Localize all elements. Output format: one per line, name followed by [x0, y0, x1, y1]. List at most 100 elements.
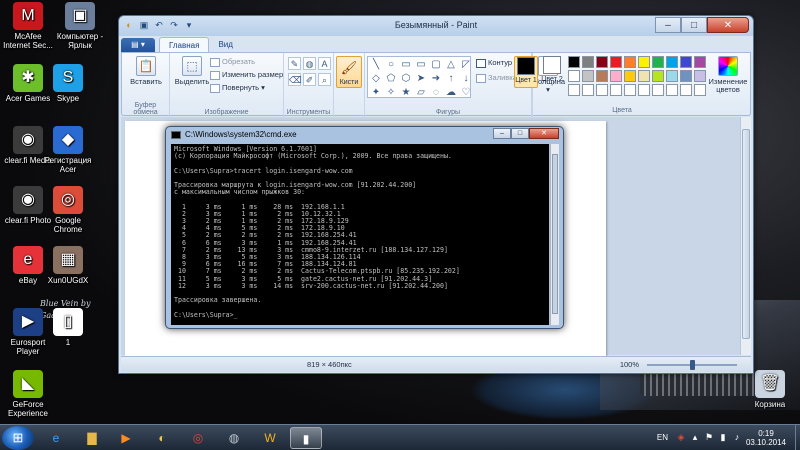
taskbar-cmd-button[interactable]: ▮ — [290, 427, 322, 449]
palette-swatch[interactable] — [666, 84, 678, 96]
shape-option[interactable]: ○ — [384, 58, 398, 71]
palette-swatch[interactable] — [652, 56, 664, 68]
shape-option[interactable]: ▭ — [414, 58, 428, 71]
cmd-scroll-thumb[interactable] — [552, 154, 558, 314]
palette-swatch[interactable] — [582, 56, 594, 68]
shape-option[interactable]: △ — [444, 58, 458, 71]
taskbar-app-sphere-button[interactable]: ◍ — [218, 427, 250, 449]
console-output[interactable]: Microsoft Windows [Version 6.1.7601] (c)… — [171, 144, 549, 325]
shape-option[interactable]: ▢ — [429, 58, 443, 71]
palette-swatch[interactable] — [582, 70, 594, 82]
taskbar-explorer-button[interactable]: ▇ — [76, 427, 108, 449]
desktop-icon[interactable]: ▯ 1 — [40, 308, 96, 347]
zoom-slider-thumb[interactable] — [690, 360, 695, 370]
language-indicator[interactable]: EN — [657, 433, 668, 442]
desktop-icon[interactable]: M McAfee Internet Sec... — [0, 2, 56, 50]
cmd-scrollbar[interactable] — [550, 144, 559, 325]
shape-option[interactable]: ▭ — [399, 58, 413, 71]
flag-icon[interactable]: ⚑ — [704, 432, 714, 442]
palette-swatch[interactable] — [652, 84, 664, 96]
magnifier-icon[interactable]: ⌕ — [318, 73, 331, 86]
outline-button[interactable]: Контур ▾ — [476, 58, 518, 68]
taskbar-ie-button[interactable]: e — [40, 427, 72, 449]
start-button[interactable]: ⊞ — [2, 426, 34, 450]
color-picker-icon[interactable]: ✐ — [303, 73, 316, 86]
cmd-titlebar[interactable]: C:\Windows\system32\cmd.exe – □ ✕ — [166, 127, 563, 143]
edit-colors-button[interactable]: Изменение цветов — [706, 56, 750, 94]
close-button[interactable]: ✕ — [707, 17, 749, 33]
shape-option[interactable]: ↓ — [459, 72, 473, 85]
taskbar-paint-button[interactable]: ◐ — [146, 427, 178, 449]
palette-swatch[interactable] — [638, 70, 650, 82]
palette-swatch[interactable] — [610, 56, 622, 68]
shape-option[interactable]: ╲ — [369, 58, 383, 71]
taskbar-wow-button[interactable]: W — [254, 427, 286, 449]
desktop-icon[interactable]: ▣ Компьютер - Ярлык — [52, 2, 108, 50]
palette-swatch[interactable] — [596, 84, 608, 96]
palette-swatch[interactable] — [596, 56, 608, 68]
shape-option[interactable]: ♡ — [459, 86, 473, 99]
palette-swatch[interactable] — [638, 84, 650, 96]
desktop-icon[interactable]: S Skype — [40, 64, 96, 103]
shape-option[interactable]: ↑ — [444, 72, 458, 85]
cmd-maximize-button[interactable]: □ — [511, 128, 529, 139]
paste-button[interactable]: 📋 Вставить — [126, 56, 166, 86]
palette-swatch[interactable] — [652, 70, 664, 82]
palette-swatch[interactable] — [582, 84, 594, 96]
desktop-icon[interactable]: ▦ Xun0UGdX — [40, 246, 96, 285]
text-icon[interactable]: A — [318, 57, 331, 70]
palette-swatch[interactable] — [694, 84, 706, 96]
color1-button[interactable]: Цвет 1 — [514, 56, 538, 88]
clock[interactable]: 0:19 03.10.2014 — [744, 429, 788, 447]
palette-swatch[interactable] — [568, 70, 580, 82]
palette-swatch[interactable] — [624, 70, 636, 82]
palette-swatch[interactable] — [610, 70, 622, 82]
palette-swatch[interactable] — [624, 56, 636, 68]
desktop-icon[interactable]: 🗑 Корзина — [742, 370, 798, 409]
tab-home[interactable]: Главная — [159, 37, 210, 52]
taskbar-chrome-button[interactable]: ◎ — [182, 427, 214, 449]
minimize-button[interactable]: – — [655, 17, 681, 33]
show-desktop-button[interactable] — [795, 425, 800, 450]
palette-swatch[interactable] — [666, 56, 678, 68]
palette-swatch[interactable] — [694, 56, 706, 68]
palette-swatch[interactable] — [638, 56, 650, 68]
tab-view[interactable]: Вид — [209, 37, 241, 52]
shape-option[interactable]: ⬡ — [399, 72, 413, 85]
palette-swatch[interactable] — [680, 56, 692, 68]
palette-swatch[interactable] — [680, 70, 692, 82]
shape-option[interactable]: ◇ — [369, 72, 383, 85]
palette-swatch[interactable] — [568, 56, 580, 68]
shape-option[interactable]: ✦ — [369, 86, 383, 99]
palette-swatch[interactable] — [680, 84, 692, 96]
shape-option[interactable]: ◸ — [459, 58, 473, 71]
palette-swatch[interactable] — [694, 70, 706, 82]
scroll-thumb[interactable] — [742, 129, 750, 339]
vertical-scrollbar[interactable] — [740, 117, 751, 355]
mcafee-tray-icon[interactable]: ◈ — [676, 432, 686, 442]
eraser-icon[interactable]: ⌫ — [288, 73, 302, 86]
rotate-button[interactable]: Повернуть ▾ — [210, 83, 265, 93]
shape-option[interactable]: ⬠ — [384, 72, 398, 85]
select-button[interactable]: ⬚ Выделить — [174, 56, 210, 86]
palette-swatch[interactable] — [624, 84, 636, 96]
resize-button[interactable]: Изменить размер — [210, 70, 283, 80]
shape-option[interactable]: ✧ — [384, 86, 398, 99]
color2-button[interactable]: Цвет 2 — [540, 56, 564, 84]
shape-option[interactable]: ☁ — [444, 86, 458, 99]
shape-option[interactable]: ★ — [399, 86, 413, 99]
desktop-icon[interactable]: ◎ Google Chrome — [40, 186, 96, 234]
brushes-button[interactable]: 🖌 Кисти — [336, 56, 362, 88]
cmd-close-button[interactable]: ✕ — [529, 128, 559, 139]
fill-icon[interactable]: ◍ — [303, 57, 316, 70]
volume-icon[interactable]: ♪ — [732, 432, 742, 442]
shape-option[interactable]: ➜ — [429, 72, 443, 85]
maximize-button[interactable]: □ — [681, 17, 707, 33]
desktop-icon[interactable]: ◆ Регистрация Acer — [40, 126, 96, 174]
palette-swatch[interactable] — [666, 70, 678, 82]
pencil-icon[interactable]: ✎ — [288, 57, 301, 70]
tray-arrow-icon[interactable]: ▴ — [690, 432, 700, 442]
shape-option[interactable]: ➤ — [414, 72, 428, 85]
file-menu-button[interactable]: ▤ ▾ — [121, 38, 155, 52]
palette-swatch[interactable] — [568, 84, 580, 96]
